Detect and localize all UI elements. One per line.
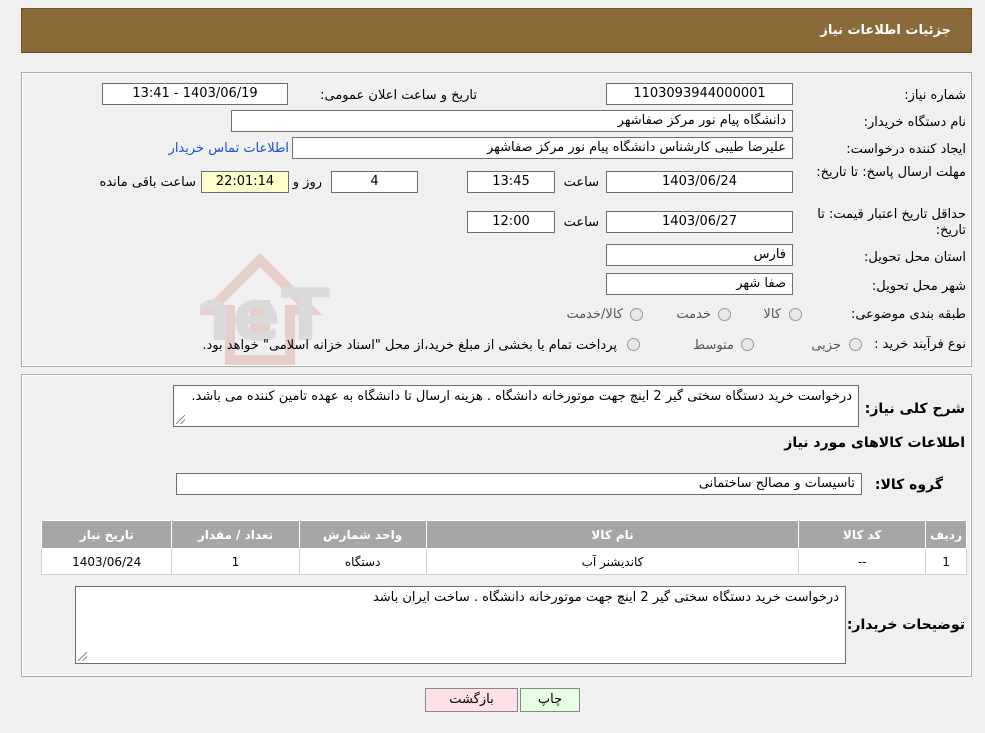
col-name: نام کالا <box>425 520 800 549</box>
cell-name: کاندیشنر آب <box>425 548 800 575</box>
province-label: استان محل تحویل: <box>864 250 966 265</box>
cell-qty: 1 <box>171 548 300 575</box>
category-both-label: کالا/خدمت <box>566 307 623 322</box>
reply-time-label: ساعت <box>563 175 599 190</box>
table-row: 1 -- کاندیشنر آب دستگاه 1 1403/06/24 <box>40 548 967 575</box>
price-validity-label: حداقل تاریخ اعتبار قیمت: تا تاریخ: <box>817 207 966 238</box>
category-both-radio[interactable] <box>630 308 643 321</box>
days-remaining-field: 4 <box>331 171 418 193</box>
city-field: صفا شهر <box>606 273 793 295</box>
process-medium-label: متوسط <box>693 338 734 353</box>
col-code: کد کالا <box>798 520 927 549</box>
announce-label: تاریخ و ساعت اعلان عمومی: <box>320 88 477 103</box>
announce-field: 1403/06/19 - 13:41 <box>102 83 288 105</box>
resize-grip-icon[interactable] <box>176 415 185 424</box>
page-title: جزئیات اطلاعات نیاز <box>820 23 951 38</box>
col-qty: تعداد / مقدار <box>171 520 300 549</box>
col-row: ردیف <box>925 520 967 549</box>
summary-textarea[interactable]: درخواست خرید دستگاه سختی گیر 2 اینچ جهت … <box>173 385 859 427</box>
cell-unit: دستگاه <box>298 548 427 575</box>
process-note: پرداخت تمام یا بخشی از مبلغ خرید،از محل … <box>202 338 617 353</box>
process-minor-label: جزیی <box>811 338 841 353</box>
price-date-field: 1403/06/27 <box>606 211 793 233</box>
process-label: نوع فرآیند خرید : <box>874 337 966 352</box>
buyer-org-label: نام دستگاه خریدار: <box>863 115 966 130</box>
creator-label: ایجاد کننده درخواست: <box>846 142 966 157</box>
treasury-checkbox[interactable] <box>627 338 640 351</box>
days-label: روز و <box>292 175 322 190</box>
goods-group-label: گروه کالا: <box>874 477 943 493</box>
cell-row: 1 <box>925 548 967 575</box>
buyer-notes-text: درخواست خرید دستگاه سختی گیر 2 اینچ جهت … <box>372 590 839 605</box>
buyer-notes-label: توضیحات خریدار: <box>846 617 965 633</box>
summary-label: شرح کلی نیاز: <box>864 401 965 417</box>
category-label: طبقه بندی موضوعی: <box>850 307 966 322</box>
cell-date: 1403/06/24 <box>40 548 173 575</box>
reply-deadline-label: مهلت ارسال پاسخ: تا تاریخ: <box>816 165 966 180</box>
time-remaining-field: 22:01:14 <box>201 171 289 193</box>
creator-field: علیرضا طیبی کارشناس دانشگاه پیام نور مرک… <box>292 137 793 159</box>
goods-table-header: ردیف کد کالا نام کالا واحد شمارش تعداد /… <box>40 520 967 549</box>
goods-info-title: اطلاعات کالاهای مورد نیاز <box>784 435 965 451</box>
process-minor-radio[interactable] <box>849 338 862 351</box>
summary-text: درخواست خرید دستگاه سختی گیر 2 اینچ جهت … <box>191 389 852 404</box>
city-label: شهر محل تحویل: <box>871 279 966 294</box>
time-remaining-label: ساعت باقی مانده <box>99 175 196 190</box>
category-service-label: خدمت <box>676 307 711 322</box>
category-goods-radio[interactable] <box>789 308 802 321</box>
category-goods-label: کالا <box>763 307 781 322</box>
page-header: جزئیات اطلاعات نیاز <box>21 8 972 53</box>
goods-table: ردیف کد کالا نام کالا واحد شمارش تعداد /… <box>40 520 967 575</box>
col-date: تاریخ نیاز <box>40 520 173 549</box>
goods-group-field: تاسیسات و مصالح ساختمانی <box>176 473 862 495</box>
buyer-notes-textarea[interactable]: درخواست خرید دستگاه سختی گیر 2 اینچ جهت … <box>75 586 846 664</box>
buyer-contact-link[interactable]: اطلاعات تماس خریدار <box>169 141 289 156</box>
price-time-field: 12:00 <box>467 211 555 233</box>
reply-date-field: 1403/06/24 <box>606 171 793 193</box>
back-button[interactable]: بازگشت <box>425 688 518 712</box>
category-service-radio[interactable] <box>718 308 731 321</box>
reply-time-field: 13:45 <box>467 171 555 193</box>
buyer-org-field: دانشگاه پیام نور مرکز صفاشهر <box>231 110 793 132</box>
price-time-label: ساعت <box>563 215 599 230</box>
cell-code: -- <box>798 548 927 575</box>
print-button[interactable]: چاپ <box>520 688 580 712</box>
process-medium-radio[interactable] <box>741 338 754 351</box>
province-field: فارس <box>606 244 793 266</box>
need-number-label: شماره نیاز: <box>904 88 966 103</box>
col-unit: واحد شمارش <box>298 520 427 549</box>
resize-grip-icon[interactable] <box>78 652 87 661</box>
need-number-field: 1103093944000001 <box>606 83 793 105</box>
